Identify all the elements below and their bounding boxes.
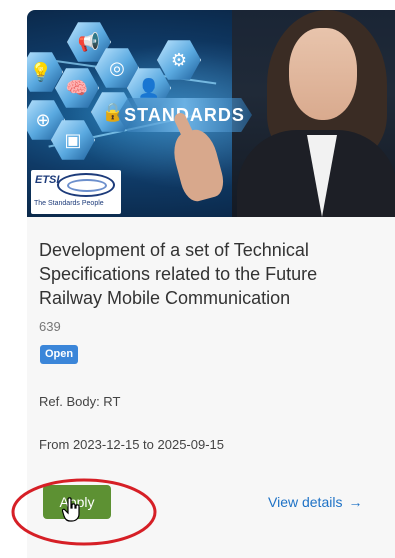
etsi-swoosh-inner	[67, 179, 107, 192]
call-card: 📢 💡 🧠 ◎ ⚙ 👤 🔒 ⊕ ▣ STANDARDS ETSI The Sta…	[27, 10, 395, 558]
status-badge: Open	[40, 345, 79, 364]
call-number: 639	[39, 319, 61, 334]
card-hero-image: 📢 💡 🧠 ◎ ⚙ 👤 🔒 ⊕ ▣ STANDARDS ETSI The Sta…	[27, 10, 395, 217]
etsi-logo-text: ETSI	[35, 174, 60, 186]
call-title: Development of a set of Technical Specif…	[39, 240, 318, 308]
person-face	[289, 28, 357, 120]
date-range: From 2023-12-15 to 2025-09-15	[39, 437, 225, 452]
etsi-logo: ETSI The Standards People	[31, 170, 121, 214]
etsi-tagline: The Standards People	[34, 200, 104, 207]
view-details-label: View details	[268, 494, 343, 510]
apply-button[interactable]: Apply	[43, 485, 111, 519]
ref-body: Ref. Body: RT	[39, 394, 121, 409]
arrow-right-icon: →	[348, 494, 363, 510]
view-details-link[interactable]: View details →	[268, 494, 362, 510]
